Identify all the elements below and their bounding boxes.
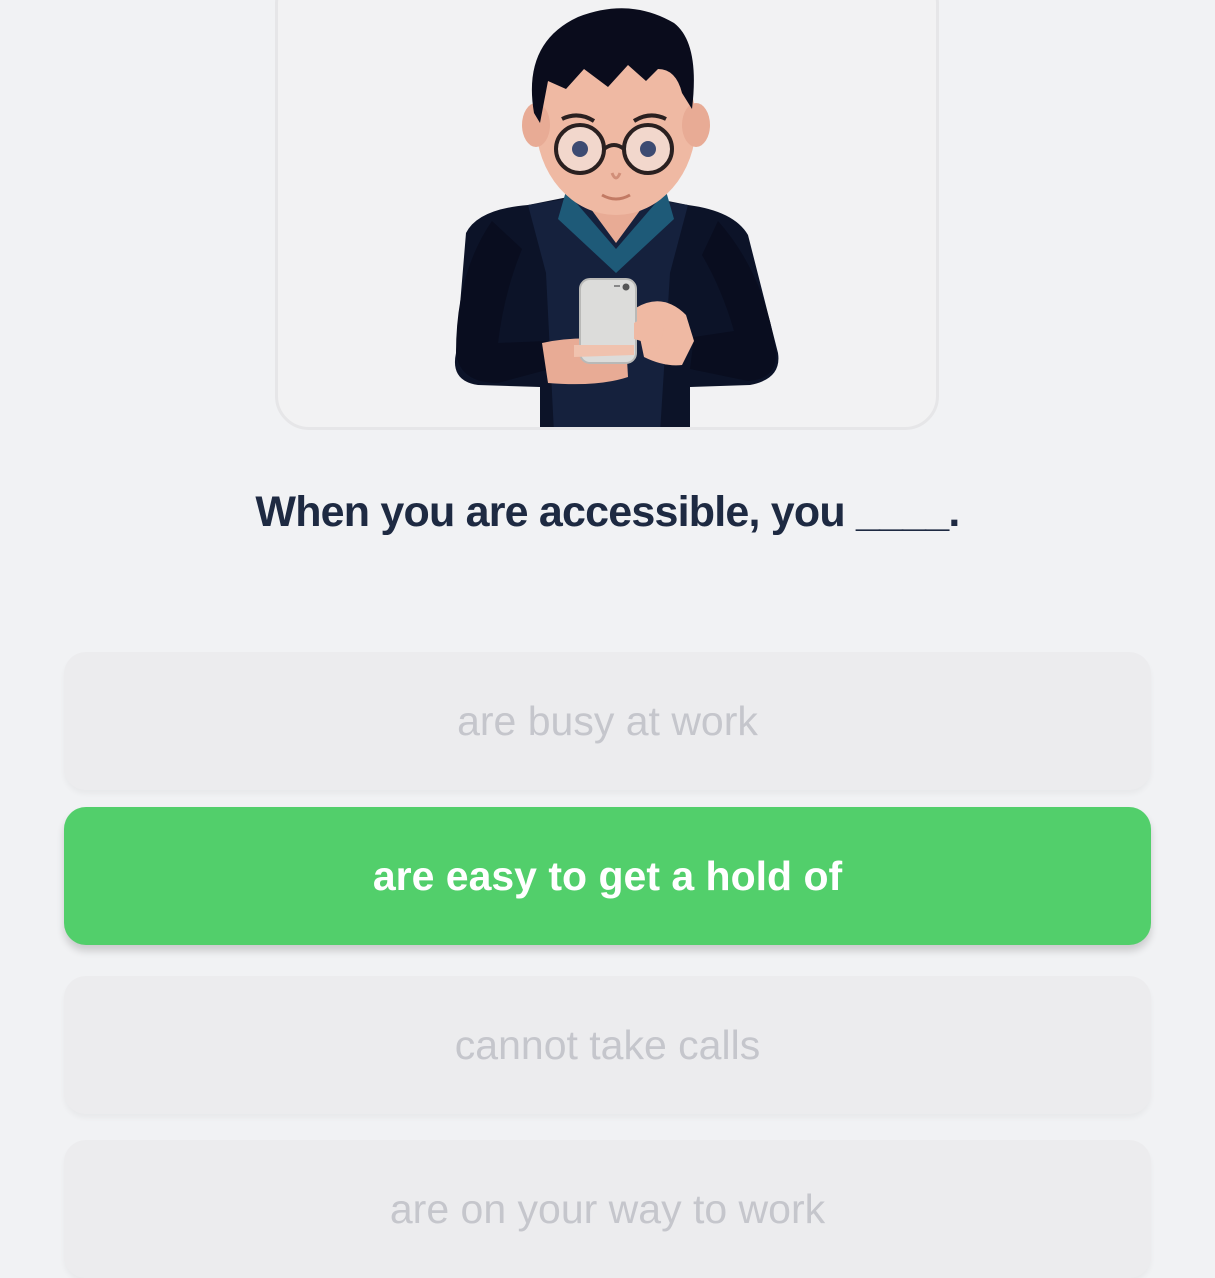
illustration-card — [275, 0, 939, 430]
answer-option-busy-at-work[interactable]: are busy at work — [64, 652, 1151, 790]
question-text: When you are accessible, you ____. — [255, 488, 960, 536]
answer-option-cannot-take-calls[interactable]: cannot take calls — [64, 976, 1151, 1114]
answer-option-easy-to-get-hold-of[interactable]: are easy to get a hold of — [64, 807, 1151, 945]
answer-option-on-way-to-work[interactable]: are on your way to work — [64, 1140, 1151, 1278]
person-with-phone-illustration — [455, 8, 779, 427]
